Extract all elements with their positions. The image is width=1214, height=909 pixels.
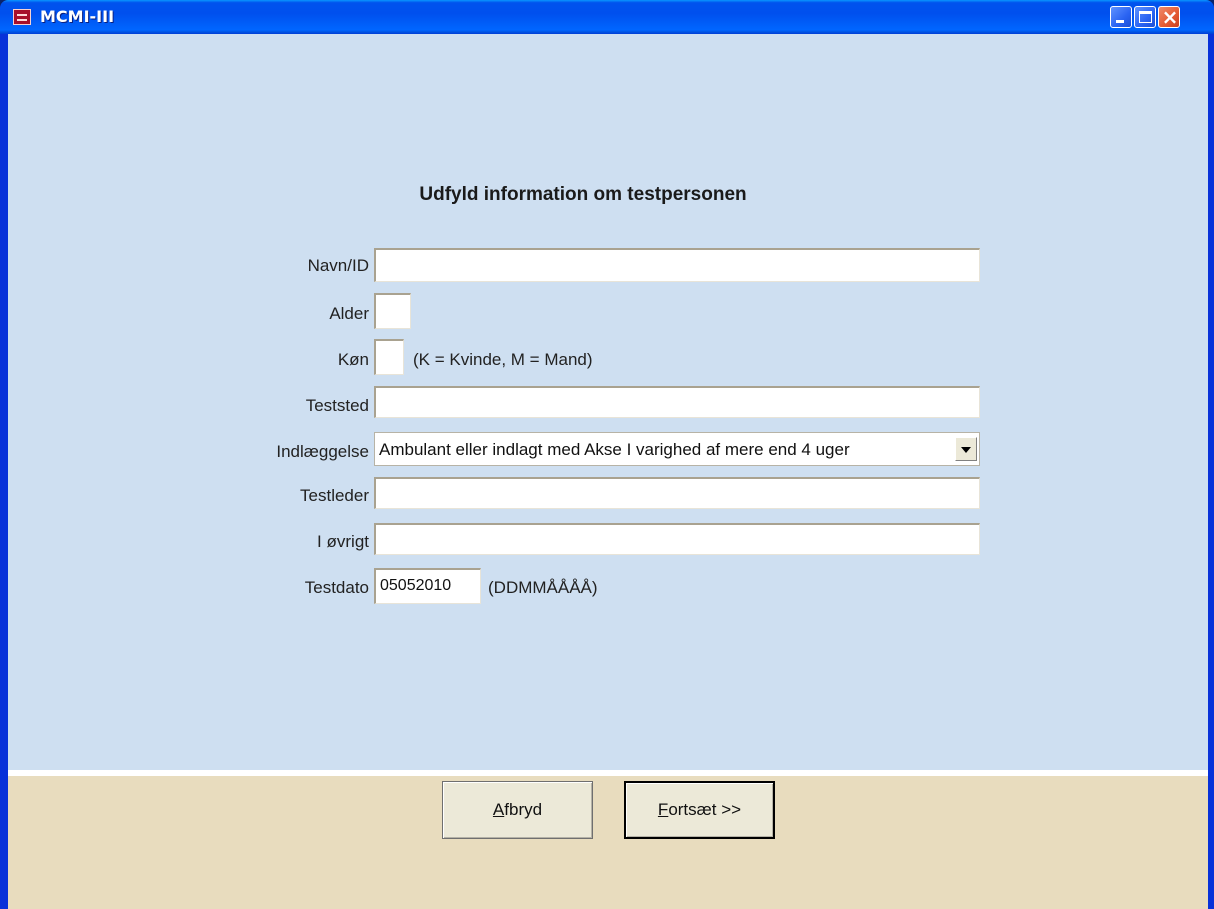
place-field[interactable] bbox=[374, 386, 980, 418]
date-format-hint: (DDMMÅÅÅÅ) bbox=[488, 578, 598, 597]
cancel-mnemonic: A bbox=[492, 800, 505, 819]
sex-field[interactable] bbox=[374, 339, 404, 375]
button-panel bbox=[8, 770, 1208, 909]
close-button[interactable]: × bbox=[1158, 5, 1180, 29]
sex-label: Køn bbox=[337, 350, 369, 369]
cancel-label: fbryd bbox=[504, 800, 543, 819]
date-label: Testdato bbox=[304, 578, 369, 597]
admission-select[interactable]: Ambulant eller indlagt med Akse I varigh… bbox=[374, 432, 980, 466]
name-field[interactable] bbox=[374, 248, 980, 282]
mcmi-app-icon[interactable] bbox=[13, 9, 31, 25]
continue-mnemonic: F bbox=[657, 800, 669, 819]
other-label: I øvrigt bbox=[317, 532, 369, 551]
admission-dropdown-button[interactable] bbox=[955, 437, 977, 461]
continue-label: ortsæt >> bbox=[668, 800, 742, 819]
sex-hint: (K = Kvinde, M = Mand) bbox=[413, 350, 593, 369]
cancel-button[interactable]: Afbryd bbox=[442, 781, 593, 839]
close-icon: × bbox=[1161, 5, 1179, 29]
page-title: Udfyld information om testpersonen bbox=[419, 184, 747, 205]
age-label: Alder bbox=[329, 304, 369, 323]
chevron-down-icon bbox=[961, 447, 971, 453]
minimize-button[interactable] bbox=[1110, 6, 1132, 28]
maximize-button[interactable] bbox=[1134, 6, 1156, 28]
application-window: MCMI-III × Udfyld information om testper… bbox=[0, 0, 1214, 909]
leader-field[interactable] bbox=[374, 477, 980, 509]
continue-button[interactable]: Fortsæt >> bbox=[624, 781, 775, 839]
date-field[interactable]: 05052010 bbox=[374, 568, 481, 604]
title-bar[interactable]: MCMI-III × bbox=[0, 0, 1214, 34]
minimize-icon bbox=[1116, 20, 1124, 23]
maximize-icon bbox=[1139, 11, 1152, 23]
place-label: Teststed bbox=[305, 396, 369, 415]
admission-selected-value: Ambulant eller indlagt med Akse I varigh… bbox=[379, 440, 850, 459]
age-field[interactable] bbox=[374, 293, 411, 329]
admission-label: Indlæggelse bbox=[276, 442, 369, 461]
leader-label: Testleder bbox=[300, 486, 369, 505]
window-title: MCMI-III bbox=[40, 7, 115, 26]
other-field[interactable] bbox=[374, 523, 980, 555]
form-area: Udfyld information om testpersonen Navn/… bbox=[8, 34, 1208, 909]
name-label: Navn/ID bbox=[307, 256, 369, 275]
